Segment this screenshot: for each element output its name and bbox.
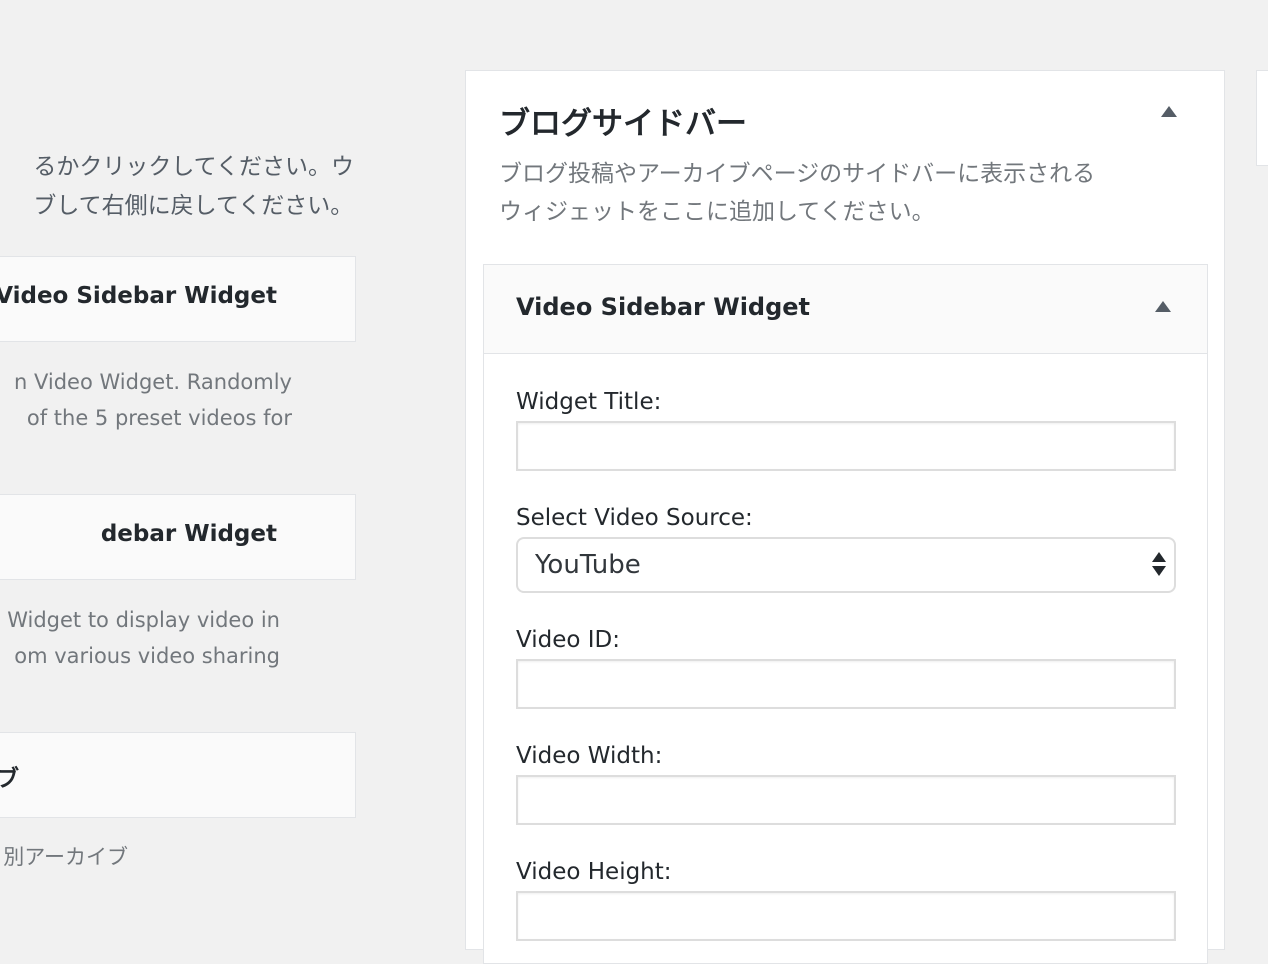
available-widget-title-bar[interactable]: ブ	[0, 732, 356, 818]
available-widget-title-bar[interactable]: Video Sidebar Widget	[0, 256, 356, 342]
sidebar-title[interactable]: ブログサイドバー	[499, 98, 747, 143]
video-source-field: Select Video Source: YouTube	[516, 503, 1176, 593]
sidebar-description: ブログ投稿やアーカイブページのサイドバーに表示される ウィジェットをここに追加し…	[499, 155, 1189, 231]
instructions-line: るかクリックしてください。ウ	[33, 154, 354, 180]
video-id-label: Video ID:	[516, 627, 620, 653]
description-line: om various video sharing	[14, 644, 280, 668]
available-widget-description: 別アーカイブ	[0, 839, 128, 875]
description-line: ウィジェットをここに追加してください。	[499, 199, 935, 225]
video-height-input[interactable]	[516, 891, 1176, 941]
widget-title-bar[interactable]: Video Sidebar Widget	[484, 265, 1207, 354]
available-widget-description: Widget to display video in om various vi…	[0, 602, 280, 674]
video-width-input[interactable]	[516, 775, 1176, 825]
available-widget-title: debar Widget	[100, 521, 277, 547]
video-id-input[interactable]	[516, 659, 1176, 709]
description-line: ブログ投稿やアーカイブページのサイドバーに表示される	[499, 161, 1096, 187]
available-widget-sidebar[interactable]: debar Widget	[0, 494, 356, 580]
available-widget-archive[interactable]: ブ	[0, 732, 356, 818]
description-line: of the 5 preset videos for	[26, 406, 292, 430]
video-height-label: Video Height:	[516, 859, 672, 885]
widget-title-input[interactable]	[516, 421, 1176, 471]
widget-title: Video Sidebar Widget	[516, 293, 811, 321]
next-sidebar-panel	[1256, 70, 1268, 166]
video-id-field: Video ID:	[516, 625, 1176, 709]
available-widget-title: ブ	[0, 766, 19, 792]
description-line: Widget to display video in	[7, 608, 280, 632]
video-source-selected-value: YouTube	[535, 550, 641, 580]
description-line: 別アーカイブ	[3, 845, 128, 869]
blog-sidebar-panel: ブログサイドバー ブログ投稿やアーカイブページのサイドバーに表示される ウィジェ…	[465, 70, 1225, 964]
collapse-triangle-icon[interactable]	[1161, 106, 1177, 117]
available-widgets-column: るかクリックしてください。ウ ブして右側に戻してください。 Video Side…	[0, 0, 420, 932]
video-width-label: Video Width:	[516, 743, 663, 769]
video-source-label: Select Video Source:	[516, 505, 753, 531]
video-sidebar-widget: Video Sidebar Widget Widget Title: Selec…	[483, 264, 1208, 964]
available-widget-title: Video Sidebar Widget	[0, 283, 277, 309]
available-widgets-instructions: るかクリックしてください。ウ ブして右側に戻してください。	[33, 148, 354, 226]
collapse-triangle-icon[interactable]	[1155, 301, 1171, 312]
widget-title-label: Widget Title:	[516, 389, 662, 415]
video-width-field: Video Width:	[516, 741, 1176, 825]
available-widget-video-sidebar[interactable]: Video Sidebar Widget	[0, 256, 356, 342]
widget-title-field: Widget Title:	[516, 387, 1176, 471]
instructions-line: ブして右側に戻してください。	[33, 193, 354, 219]
video-height-field: Video Height:	[516, 857, 1176, 941]
description-line: n Video Widget. Randomly	[13, 370, 292, 394]
available-widget-title-bar[interactable]: debar Widget	[0, 494, 356, 580]
video-source-select[interactable]: YouTube	[516, 537, 1176, 593]
available-widget-description: n Video Widget. Randomly of the 5 preset…	[0, 364, 292, 436]
select-arrows-icon	[1152, 550, 1166, 580]
